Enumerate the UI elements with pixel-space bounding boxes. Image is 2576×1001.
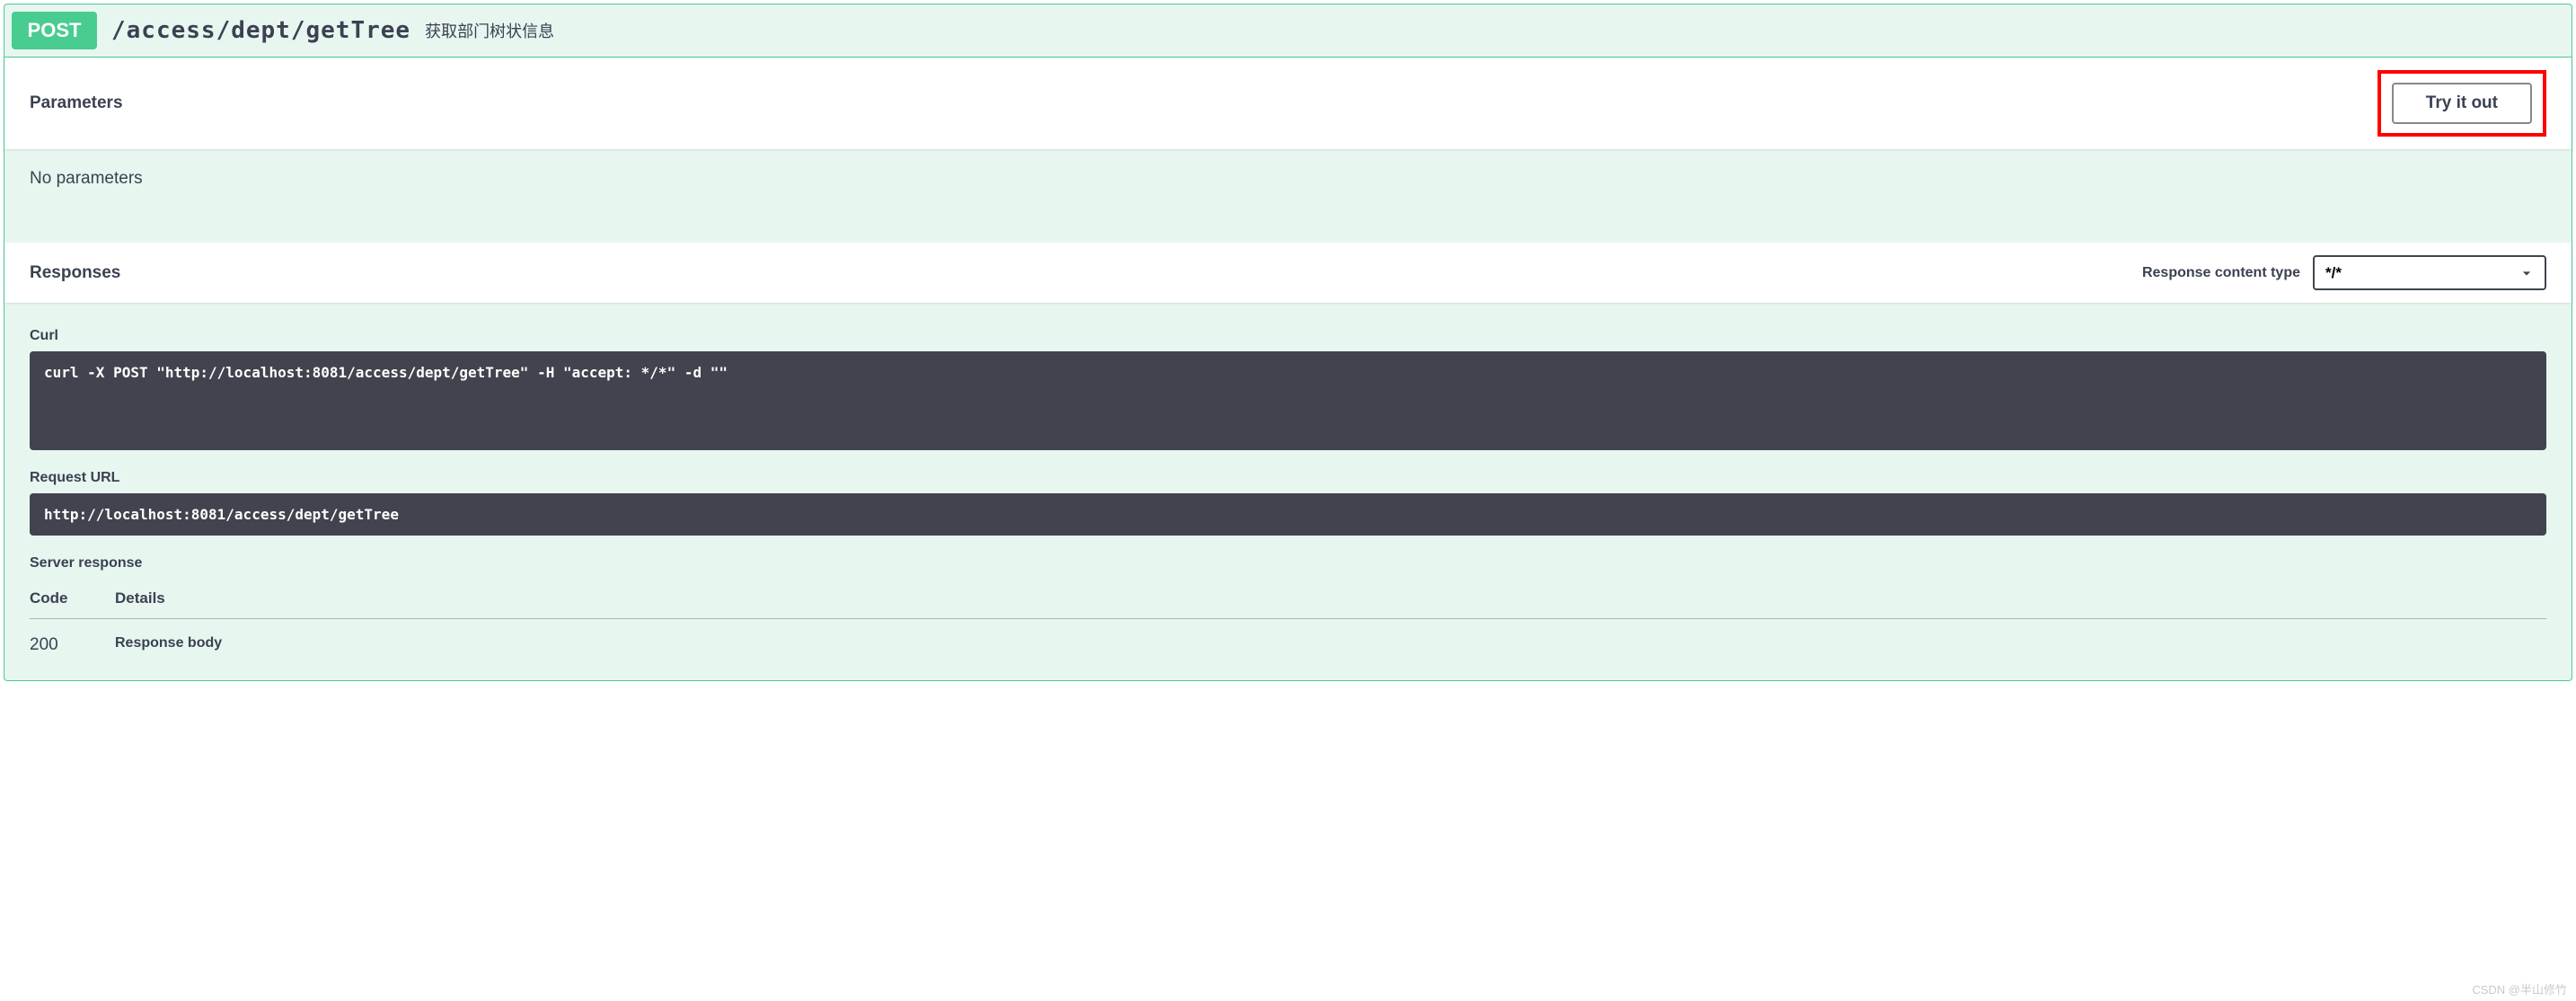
request-url-block[interactable]: http://localhost:8081/access/dept/getTre…: [30, 493, 2546, 536]
curl-code-block[interactable]: curl -X POST "http://localhost:8081/acce…: [30, 351, 2546, 450]
table-header-details: Details: [115, 579, 2546, 619]
operation-summary: 获取部门树状信息: [425, 19, 554, 42]
response-body-label: Response body: [115, 635, 2546, 651]
table-header-code: Code: [30, 579, 115, 619]
no-parameters-text: No parameters: [30, 169, 2546, 189]
content-type-select[interactable]: */*: [2313, 255, 2546, 290]
curl-label: Curl: [30, 328, 2546, 344]
try-out-highlight: Try it out: [2378, 70, 2546, 137]
responses-heading: Responses: [30, 263, 120, 283]
table-row: 200 Response body: [30, 619, 2546, 656]
responses-body: Curl curl -X POST "http://localhost:8081…: [4, 303, 2572, 680]
parameters-container: No parameters: [4, 149, 2572, 243]
content-type-wrapper: Response content type */*: [2142, 255, 2546, 290]
operation-summary-row[interactable]: POST /access/dept/getTree 获取部门树状信息: [4, 4, 2572, 58]
responses-header: Responses Response content type */*: [4, 243, 2572, 303]
status-code: 200: [30, 619, 115, 656]
try-it-out-button[interactable]: Try it out: [2392, 83, 2532, 124]
parameters-heading: Parameters: [30, 93, 123, 113]
watermark: CSDN @半山修竹: [2472, 980, 2567, 997]
parameters-header: Parameters Try it out: [4, 58, 2572, 149]
http-method-badge: POST: [12, 12, 97, 49]
content-type-label: Response content type: [2142, 265, 2300, 281]
server-response-label: Server response: [30, 555, 2546, 571]
request-url-label: Request URL: [30, 470, 2546, 486]
operation-block: POST /access/dept/getTree 获取部门树状信息 Param…: [4, 4, 2572, 681]
response-table: Code Details 200 Response body: [30, 579, 2546, 655]
operation-path: /access/dept/getTree: [111, 17, 410, 44]
